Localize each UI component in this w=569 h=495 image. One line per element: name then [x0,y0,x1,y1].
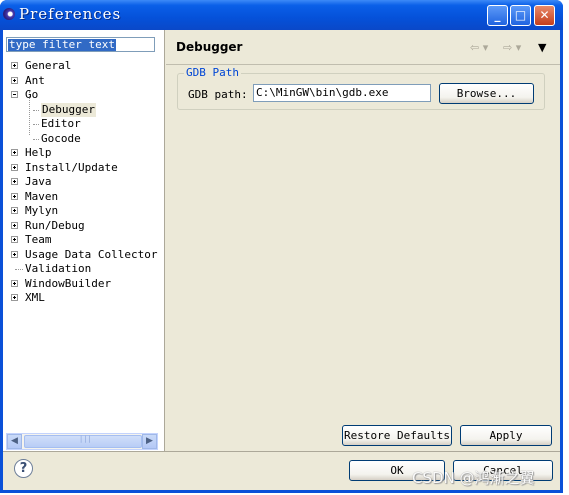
tree-item-label: XML [25,291,45,304]
expand-icon[interactable] [11,207,18,214]
expand-icon[interactable] [11,236,18,243]
browse-button[interactable]: Browse... [439,83,534,104]
expand-icon[interactable] [11,76,18,84]
tree-item-label: Mylyn [25,204,59,217]
page-title: Debugger [176,40,243,54]
tree-item-label: Help [25,146,52,159]
tree-item-label: Editor [41,117,81,130]
apply-button[interactable]: Apply [460,425,552,446]
expand-icon[interactable] [11,221,18,229]
navigation-pane: type filter text General Ant Go Debugger… [3,30,165,451]
expand-icon[interactable] [11,250,18,258]
title-bar[interactable]: Preferences _ □ ✕ [0,0,563,30]
gdb-path-group: GDB Path GDB path: C:\MinGW\bin\gdb.exe … [177,67,545,110]
tree-connector [15,269,23,271]
filter-input[interactable]: type filter text [6,37,155,52]
back-arrow-icon[interactable]: ⇦ ▾ [470,41,488,54]
forward-arrow-icon[interactable]: ⇨ ▾ [503,41,521,54]
filter-input-text: type filter text [8,38,116,51]
view-menu-icon[interactable]: ▼ [538,41,546,54]
tree-item-label: Debugger [41,102,96,117]
maximize-button[interactable]: □ [510,5,531,26]
gdb-path-label: GDB path: [188,88,248,101]
page-header: Debugger ⇦ ▾ ⇨ ▾ ▼ [166,30,560,65]
help-icon[interactable]: ? [14,459,33,478]
expand-icon[interactable] [11,192,18,200]
restore-defaults-button[interactable]: Restore Defaults [342,425,452,446]
tree-connector [33,109,39,112]
scroll-right-icon[interactable]: ▶ [142,434,157,449]
gdb-path-input[interactable]: C:\MinGW\bin\gdb.exe [253,84,431,102]
minimize-button[interactable]: _ [487,5,508,26]
expand-icon[interactable] [11,149,18,156]
horizontal-scrollbar[interactable]: ◀ ▶ [6,433,158,450]
tree-item-label: Maven [25,189,59,203]
close-button[interactable]: ✕ [534,5,555,26]
watermark: CSDN @鸿渐之翼 [412,469,535,487]
tree-item-label: Java [25,175,52,188]
tree-item-label: Ant [25,73,45,87]
tree-connector [33,138,39,141]
tree-connector [33,124,39,126]
tree-item-label: Gocode [41,131,81,145]
preferences-window: Preferences _ □ ✕ type filter text Gener… [0,0,563,493]
tree-item-label: General [25,59,72,72]
tree-item-label: Run/Debug [25,218,85,232]
eclipse-icon [3,8,15,20]
expand-icon[interactable] [11,294,18,301]
tree-item-label: Validation [25,262,92,275]
expand-icon[interactable] [11,178,18,185]
window-title: Preferences [19,5,122,23]
collapse-icon[interactable] [11,91,18,98]
tree-item-label: WindowBuilder [25,276,112,290]
scroll-left-icon[interactable]: ◀ [7,434,22,449]
dialog-client-area: type filter text General Ant Go Debugger… [3,30,560,490]
expand-icon[interactable] [11,62,18,69]
expand-icon[interactable] [11,279,18,287]
group-title: GDB Path [184,66,241,79]
tree-item-label: Team [25,233,52,246]
tree-item-label: Go [25,88,39,101]
footer-divider [3,451,560,452]
scroll-thumb[interactable] [24,435,142,448]
expand-icon[interactable] [11,163,18,171]
tree-item-label: Usage Data Collector [25,247,158,261]
tree-item-label: Install/Update [25,160,118,174]
